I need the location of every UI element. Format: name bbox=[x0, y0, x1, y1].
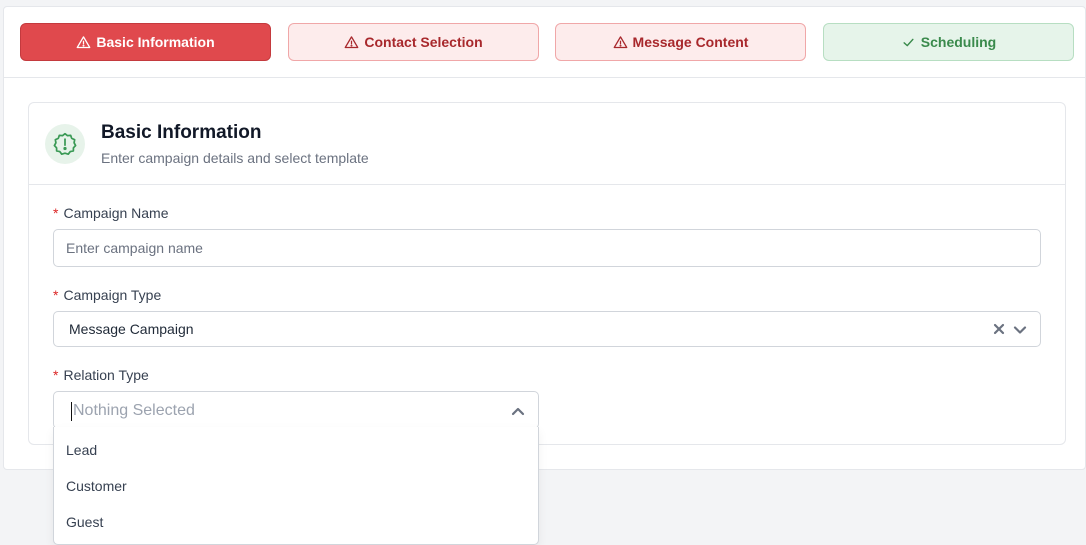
relation-type-dropdown: Lead Customer Guest bbox=[53, 427, 539, 545]
card-header: Basic Information Enter campaign details… bbox=[29, 103, 1065, 185]
campaign-name-label: * Campaign Name bbox=[53, 205, 169, 221]
option-lead[interactable]: Lead bbox=[54, 432, 538, 468]
campaign-type-value: Message Campaign bbox=[69, 321, 194, 337]
tab-message-content[interactable]: Message Content bbox=[555, 23, 806, 61]
required-mark: * bbox=[53, 367, 59, 383]
label-text: Campaign Type bbox=[63, 287, 162, 303]
required-mark: * bbox=[53, 205, 59, 221]
chevron-down-icon[interactable] bbox=[1013, 323, 1027, 337]
tab-label: Message Content bbox=[632, 34, 749, 50]
tab-label: Scheduling bbox=[920, 34, 997, 50]
relation-type-placeholder: Nothing Selected bbox=[73, 402, 195, 419]
relation-type-select[interactable]: Nothing Selected bbox=[53, 391, 539, 429]
step-tabs: Basic Information Contact Selection Mess… bbox=[4, 7, 1085, 78]
basic-information-card: Basic Information Enter campaign details… bbox=[28, 102, 1066, 445]
tab-scheduling[interactable]: Scheduling bbox=[823, 23, 1074, 61]
tab-label: Basic Information bbox=[96, 34, 215, 50]
label-text: Campaign Name bbox=[63, 205, 169, 221]
clear-icon[interactable] bbox=[993, 323, 1005, 335]
option-guest[interactable]: Guest bbox=[54, 504, 538, 540]
tab-contact-selection[interactable]: Contact Selection bbox=[288, 23, 539, 61]
campaign-form-panel: Basic Information Contact Selection Mess… bbox=[3, 6, 1086, 470]
tab-label: Contact Selection bbox=[364, 34, 483, 50]
relation-type-label: * Relation Type bbox=[53, 367, 149, 383]
alert-badge-icon bbox=[45, 124, 85, 164]
required-mark: * bbox=[53, 287, 59, 303]
campaign-name-input[interactable] bbox=[53, 229, 1041, 267]
option-customer[interactable]: Customer bbox=[54, 468, 538, 504]
section-subtitle: Enter campaign details and select templa… bbox=[101, 150, 369, 166]
campaign-type-select[interactable]: Message Campaign bbox=[53, 311, 1041, 347]
label-text: Relation Type bbox=[63, 367, 149, 383]
text-cursor bbox=[71, 402, 72, 421]
tab-basic-information[interactable]: Basic Information bbox=[20, 23, 271, 61]
warning-icon bbox=[345, 35, 359, 48]
section-title: Basic Information bbox=[101, 122, 262, 143]
warning-icon bbox=[77, 35, 91, 48]
chevron-up-icon[interactable] bbox=[511, 405, 525, 417]
campaign-type-label: * Campaign Type bbox=[53, 287, 161, 303]
check-icon bbox=[903, 38, 914, 46]
warning-icon bbox=[613, 35, 627, 48]
